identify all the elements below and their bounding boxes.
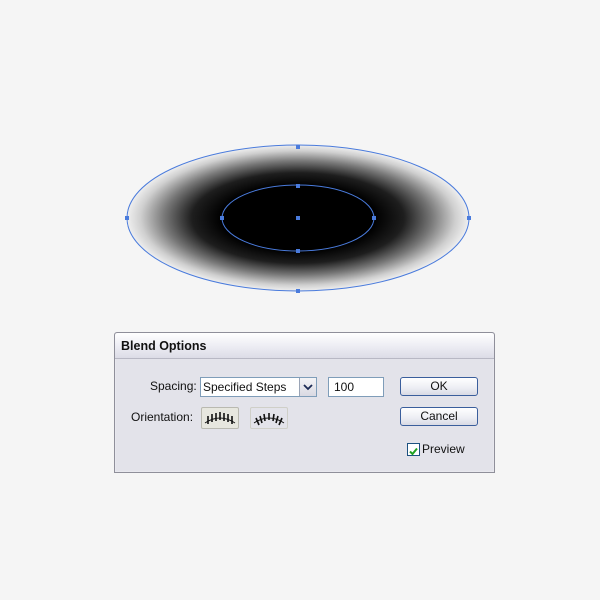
spacing-label: Spacing: bbox=[150, 379, 197, 393]
chevron-down-icon-glyph bbox=[303, 384, 313, 391]
cancel-button[interactable]: Cancel bbox=[400, 407, 478, 426]
anchor-point bbox=[220, 216, 224, 220]
anchor-point bbox=[125, 216, 129, 220]
anchor-point bbox=[296, 289, 300, 293]
anchor-point bbox=[467, 216, 471, 220]
dialog-title[interactable]: Blend Options bbox=[115, 333, 494, 359]
preview-label[interactable]: Preview bbox=[422, 442, 465, 456]
align-to-page-button[interactable] bbox=[201, 407, 239, 429]
chevron-down-icon[interactable] bbox=[299, 378, 316, 396]
align-to-path-icon bbox=[253, 413, 285, 426]
align-to-page-icon bbox=[204, 412, 236, 424]
anchor-point bbox=[372, 216, 376, 220]
dialog-body: Spacing: Specified Steps 100 OK Cancel O… bbox=[116, 359, 493, 471]
blend-options-dialog: Blend Options Spacing: Specified Steps 1… bbox=[114, 332, 495, 473]
steps-value: 100 bbox=[334, 380, 355, 394]
anchor-point bbox=[296, 184, 300, 188]
blend-object[interactable] bbox=[125, 144, 471, 293]
steps-input[interactable]: 100 bbox=[328, 377, 384, 397]
center-point bbox=[296, 216, 300, 220]
orientation-label: Orientation: bbox=[131, 410, 194, 424]
anchor-point bbox=[296, 249, 300, 253]
spacing-dropdown[interactable]: Specified Steps bbox=[200, 377, 317, 397]
anchor-point bbox=[296, 145, 300, 149]
artboard bbox=[125, 144, 471, 293]
preview-checkbox[interactable] bbox=[407, 443, 420, 456]
align-to-path-button[interactable] bbox=[250, 407, 288, 429]
checkmark-icon bbox=[409, 447, 418, 456]
spacing-value: Specified Steps bbox=[203, 380, 287, 394]
ok-button[interactable]: OK bbox=[400, 377, 478, 396]
